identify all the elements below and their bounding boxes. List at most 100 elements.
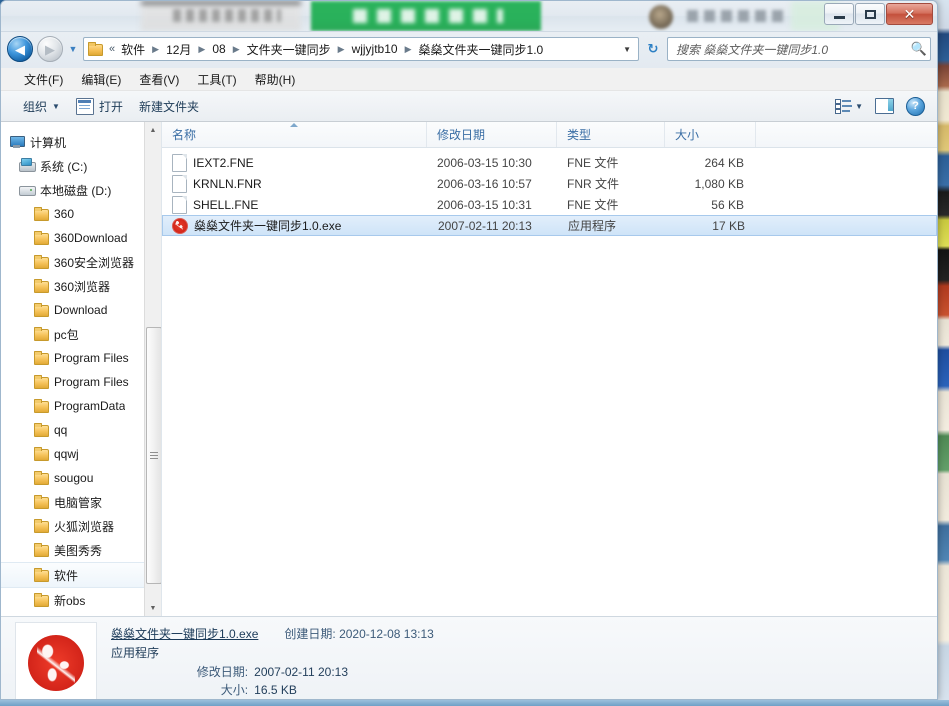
file-type-cell: FNR 文件: [557, 175, 665, 192]
view-list-icon: [835, 99, 852, 113]
navigation-scrollbar[interactable]: ▲ ▼: [144, 122, 161, 616]
back-button[interactable]: ◀: [7, 36, 33, 62]
sidebar-item-meitu[interactable]: 美图秀秀: [1, 538, 161, 562]
file-size-cell: 56 KB: [665, 198, 756, 212]
breadcrumb-item-5[interactable]: 燊燊文件夹一键同步1.0: [416, 39, 547, 60]
sidebar-item-firefox[interactable]: 火狐浏览器: [1, 514, 161, 538]
file-name-label: 燊燊文件夹一键同步1.0.exe: [194, 217, 341, 234]
sidebar-item-pc-bao[interactable]: pc包: [1, 322, 161, 346]
screen: ✕ ◀ ▶ ▼ « 软件 ▶ 12月 ▶ 08: [0, 0, 949, 706]
details-pane: 燊燊文件夹一键同步1.0.exe 创建日期: 2020-12-08 13:13 …: [1, 616, 937, 700]
column-header-name[interactable]: 名称: [162, 122, 427, 147]
preview-pane-button[interactable]: [869, 95, 900, 117]
sidebar-item-360download[interactable]: 360Download: [1, 226, 161, 250]
background-app-avatar: [649, 5, 673, 29]
address-dropdown-icon[interactable]: ▼: [618, 45, 636, 54]
sidebar-item-new-obs[interactable]: 新obs: [1, 588, 161, 612]
window-controls: ✕: [824, 3, 933, 25]
scrollbar-thumb[interactable]: [146, 327, 162, 584]
breadcrumb-item-3[interactable]: 文件夹一键同步: [244, 39, 334, 60]
recent-pages-dropdown[interactable]: ▼: [67, 44, 79, 54]
sidebar-item-programdata[interactable]: ProgramData: [1, 394, 161, 418]
file-name-cell: 燊燊文件夹一键同步1.0.exe: [163, 217, 428, 234]
table-row[interactable]: IEXT2.FNE 2006-03-15 10:30 FNE 文件 264 KB: [162, 152, 937, 173]
details-modified-value: 2007-02-11 20:13: [254, 663, 434, 682]
sidebar-item-system-c[interactable]: 系统 (C:): [1, 154, 161, 178]
view-mode-button[interactable]: ▼: [829, 96, 869, 116]
breadcrumb-item-4[interactable]: wjjyjtb10: [349, 40, 401, 58]
table-row[interactable]: KRNLN.FNR 2006-03-16 10:57 FNR 文件 1,080 …: [162, 173, 937, 194]
forward-button[interactable]: ▶: [37, 36, 63, 62]
folder-icon: [33, 230, 49, 246]
file-date-cell: 2007-02-11 20:13: [428, 219, 558, 233]
column-header-size[interactable]: 大小: [665, 122, 756, 147]
open-button[interactable]: 打开: [68, 94, 131, 119]
menu-item-help[interactable]: 帮助(H): [246, 68, 305, 91]
explorer-window: ✕ ◀ ▶ ▼ « 软件 ▶ 12月 ▶ 08: [0, 0, 938, 700]
sidebar-item-360-browser[interactable]: 360浏览器: [1, 274, 161, 298]
menu-item-file[interactable]: 文件(F): [15, 68, 72, 91]
minimize-button[interactable]: [824, 3, 854, 25]
column-header-date-modified[interactable]: 修改日期: [427, 122, 557, 147]
folder-icon: [33, 422, 49, 438]
sidebar-item-pc-manager[interactable]: 电脑管家: [1, 490, 161, 514]
details-created: 创建日期: 2020-12-08 13:13: [284, 625, 433, 644]
sidebar-item-local-disk-d[interactable]: 本地磁盘 (D:): [1, 178, 161, 202]
sidebar-item-label: 本地磁盘 (D:): [40, 182, 111, 199]
sidebar-item-qq[interactable]: qq: [1, 418, 161, 442]
organize-button[interactable]: 组织 ▼: [15, 94, 68, 119]
menu-item-tools[interactable]: 工具(T): [188, 68, 245, 91]
sidebar-item-download[interactable]: Download: [1, 298, 161, 322]
sidebar-item-computer[interactable]: 计算机: [1, 130, 161, 154]
search-box[interactable]: 搜索 燊燊文件夹一键同步1.0 🔍: [667, 37, 931, 61]
breadcrumb-item-1[interactable]: 12月: [163, 39, 194, 60]
close-button[interactable]: ✕: [886, 3, 933, 25]
search-input[interactable]: 搜索 燊燊文件夹一键同步1.0: [676, 41, 910, 58]
folder-icon: [33, 206, 49, 222]
scroll-up-icon[interactable]: ▲: [145, 122, 161, 138]
breadcrumb-item-2[interactable]: 08: [209, 40, 228, 58]
folder-icon: [33, 350, 49, 366]
chevron-down-icon: ▼: [52, 102, 60, 111]
sidebar-item-label: 新obs: [54, 592, 85, 609]
details-meta-grid: 修改日期: 2007-02-11 20:13 大小: 16.5 KB: [111, 663, 434, 700]
table-row[interactable]: SHELL.FNE 2006-03-15 10:31 FNE 文件 56 KB: [162, 194, 937, 215]
column-header-type[interactable]: 类型: [557, 122, 665, 147]
details-title-row: 燊燊文件夹一键同步1.0.exe 创建日期: 2020-12-08 13:13: [111, 625, 434, 644]
chevron-right-icon: ▶: [334, 44, 349, 55]
maximize-button[interactable]: [855, 3, 885, 25]
sidebar-item-label: pc包: [54, 326, 79, 343]
breadcrumb-item-0[interactable]: 软件: [118, 39, 148, 60]
folder-icon: [33, 592, 49, 608]
sidebar-item-360-secure-browser[interactable]: 360安全浏览器: [1, 250, 161, 274]
sidebar-item-qqwj[interactable]: qqwj: [1, 442, 161, 466]
sort-ascending-icon: [290, 123, 298, 127]
background-app-username: [687, 10, 783, 22]
new-folder-button[interactable]: 新建文件夹: [131, 94, 207, 119]
sidebar-item-program-files[interactable]: Program Files: [1, 346, 161, 370]
refresh-button[interactable]: ↻: [643, 41, 663, 57]
sidebar-item-software[interactable]: 软件: [1, 562, 161, 588]
help-button[interactable]: ?: [900, 94, 931, 119]
help-icon: ?: [906, 97, 925, 116]
address-bar[interactable]: « 软件 ▶ 12月 ▶ 08 ▶ 文件夹一键同步 ▶ wjjyjtb10 ▶ …: [83, 37, 639, 61]
organize-label: 组织: [23, 98, 47, 115]
column-header-label: 名称: [172, 126, 196, 143]
scroll-down-icon[interactable]: ▼: [145, 600, 161, 616]
breadcrumb-overflow-icon[interactable]: «: [106, 43, 118, 55]
folder-icon: [33, 470, 49, 486]
file-date-cell: 2006-03-15 10:30: [427, 156, 557, 170]
menu-item-view[interactable]: 查看(V): [130, 68, 188, 91]
minimize-icon: [834, 16, 845, 19]
chevron-right-icon: ▶: [229, 44, 244, 55]
sidebar-item-360[interactable]: 360: [1, 202, 161, 226]
sidebar-item-label: ProgramData: [54, 399, 125, 413]
menu-item-edit[interactable]: 编辑(E): [72, 68, 130, 91]
sidebar-item-label: 360: [54, 207, 74, 221]
table-row-selected[interactable]: 燊燊文件夹一键同步1.0.exe 2007-02-11 20:13 应用程序 1…: [162, 215, 937, 236]
maximize-icon: [865, 10, 876, 19]
sidebar-item-sougou[interactable]: sougou: [1, 466, 161, 490]
sidebar-item-program-files-x86[interactable]: Program Files: [1, 370, 161, 394]
chevron-right-icon: ▶: [148, 44, 163, 55]
file-name-cell: SHELL.FNE: [162, 196, 427, 214]
